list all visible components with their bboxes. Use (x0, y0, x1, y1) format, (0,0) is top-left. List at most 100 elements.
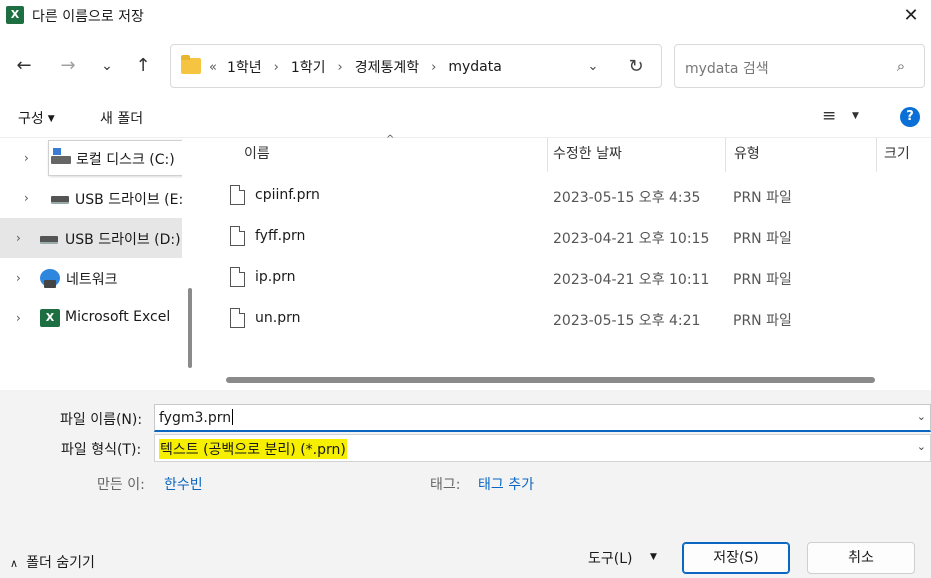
up-button[interactable]: ↑ (131, 54, 155, 78)
window-title: 다른 이름으로 저장 (32, 9, 144, 25)
command-toolbar: 구성 ▼ 새 폴더 ≡ ▼ ? (0, 98, 931, 138)
usb-drive-icon (40, 236, 58, 244)
navigation-scrollbar[interactable] (182, 138, 200, 390)
expand-chevron-icon[interactable]: › (24, 191, 29, 205)
author-label: 만든 이: (97, 477, 145, 493)
view-options-icon[interactable]: ≡ (822, 106, 836, 126)
file-type: PRN 파일 (733, 272, 792, 288)
author-value[interactable]: 한수빈 (164, 474, 203, 494)
sidebar-item-label: 네트워크 (66, 272, 118, 288)
sidebar-item-label: Microsoft Excel (65, 309, 171, 325)
chevron-up-icon: ∧ (10, 557, 19, 570)
file-date: 2023-05-15 오후 4:35 (553, 190, 701, 206)
search-placeholder: mydata 검색 (685, 61, 769, 77)
breadcrumb-separator[interactable]: › (338, 60, 343, 75)
caret-down-icon[interactable]: ▼ (650, 552, 657, 562)
file-list: 이름 ^ 수정한 날짜 유형 크기 cpiinf.prn 2023-05-15 … (206, 134, 931, 390)
breadcrumb-overflow[interactable]: « (209, 60, 217, 75)
view-caret-icon[interactable]: ▼ (852, 111, 859, 121)
sidebar-item-usb-d[interactable]: › USB 드라이브 (D:) (0, 218, 182, 258)
column-header-size[interactable]: 크기 (884, 138, 910, 172)
expand-chevron-icon[interactable]: › (16, 271, 21, 285)
chevron-down-icon[interactable]: ⌄ (917, 440, 926, 453)
sidebar-item-usb-e[interactable]: › USB 드라이브 (E:) (0, 178, 182, 218)
sidebar-item-local-disk[interactable]: › 로컬 디스크 (C:) (0, 138, 182, 178)
filetype-value: 텍스트 (공백으로 분리) (*.prn) (159, 439, 347, 459)
file-type: PRN 파일 (733, 190, 792, 206)
usb-drive-icon (51, 196, 69, 204)
file-icon (230, 308, 245, 328)
sidebar-item-network[interactable]: › 네트워크 (0, 258, 182, 298)
navigation-pane: › 로컬 디스크 (C:) › USB 드라이브 (E:) › USB 드라이브… (0, 138, 200, 390)
column-divider[interactable] (876, 138, 877, 172)
expand-chevron-icon[interactable]: › (24, 151, 29, 165)
column-header-date[interactable]: 수정한 날짜 (553, 138, 622, 172)
title-bar: X 다른 이름으로 저장 ✕ (0, 0, 931, 32)
sidebar-item-label: 로컬 디스크 (C:) (76, 152, 175, 168)
recent-locations-button[interactable]: ⌄ (95, 54, 119, 78)
file-row[interactable]: un.prn 2023-05-15 오후 4:21 PRN 파일 (206, 299, 931, 340)
search-input[interactable]: mydata 검색 ⌕ (674, 44, 925, 88)
tools-button[interactable]: 도구(L) (588, 548, 632, 568)
close-button[interactable]: ✕ (897, 2, 925, 30)
sort-ascending-icon: ^ (386, 134, 395, 145)
column-header-label: 이름 (244, 146, 270, 162)
breadcrumb-separator[interactable]: › (274, 60, 279, 75)
text-cursor (232, 409, 234, 425)
expand-chevron-icon[interactable]: › (16, 311, 21, 325)
column-header-type[interactable]: 유형 (734, 138, 760, 172)
excel-icon: X (40, 309, 60, 327)
scrollbar-thumb[interactable] (188, 288, 192, 368)
breadcrumb-item[interactable]: 1학기 (291, 57, 326, 77)
filename-input[interactable]: fygm3.prn ⌄ (154, 404, 931, 432)
column-divider[interactable] (725, 138, 726, 172)
local-disk-icon (51, 148, 71, 164)
hide-folders-button[interactable]: ∧ 폴더 숨기기 (10, 552, 95, 572)
file-name: cpiinf.prn (255, 187, 320, 203)
forward-button[interactable]: → (56, 54, 80, 78)
sidebar-item-label: USB 드라이브 (D:) (65, 232, 181, 248)
organize-label: 구성 (18, 111, 44, 127)
file-type: PRN 파일 (733, 313, 792, 329)
filetype-select[interactable]: 텍스트 (공백으로 분리) (*.prn) ⌄ (154, 434, 931, 462)
breadcrumb: « 1학년 › 1학기 › 경제통계학 › mydata (209, 57, 502, 77)
file-date: 2023-04-21 오후 10:15 (553, 231, 710, 247)
address-dropdown-button[interactable]: ⌄ (581, 55, 605, 79)
filename-text: fygm3.prn (159, 410, 232, 426)
tags-label: 태그: (430, 477, 461, 493)
navigation-bar: ← → ⌄ ↑ « 1학년 › 1학기 › 경제통계학 › mydata ⌄ ↻… (0, 32, 931, 98)
file-row[interactable]: ip.prn 2023-04-21 오후 10:11 PRN 파일 (206, 258, 931, 299)
new-folder-button[interactable]: 새 폴더 (100, 108, 143, 128)
breadcrumb-item[interactable]: 경제통계학 (355, 57, 419, 77)
tags-input[interactable]: 태그 추가 (478, 474, 534, 494)
breadcrumb-separator[interactable]: › (431, 60, 436, 75)
cancel-button[interactable]: 취소 (807, 542, 915, 574)
file-icon (230, 226, 245, 246)
file-name: ip.prn (255, 269, 296, 285)
file-date: 2023-05-15 오후 4:21 (553, 313, 701, 329)
organize-button[interactable]: 구성 ▼ (18, 108, 55, 128)
column-divider[interactable] (547, 138, 548, 172)
refresh-button[interactable]: ↻ (623, 54, 649, 80)
network-icon (40, 269, 60, 288)
file-row[interactable]: fyff.prn 2023-04-21 오후 10:15 PRN 파일 (206, 217, 931, 258)
help-icon[interactable]: ? (900, 107, 920, 127)
search-icon[interactable]: ⌕ (891, 56, 911, 76)
address-bar[interactable]: « 1학년 › 1학기 › 경제통계학 › mydata ⌄ ↻ (170, 44, 662, 88)
file-icon (230, 185, 245, 205)
sidebar-item-label: USB 드라이브 (E:) (75, 192, 182, 208)
save-options-panel: 파일 이름(N): fygm3.prn ⌄ 파일 형식(T): 텍스트 (공백으… (0, 390, 931, 516)
expand-chevron-icon[interactable]: › (16, 231, 21, 245)
folder-icon (181, 55, 201, 74)
chevron-down-icon[interactable]: ⌄ (917, 410, 926, 423)
sidebar-item-microsoft-excel[interactable]: › X Microsoft Excel (0, 298, 182, 338)
dialog-footer: ∧ 폴더 숨기기 도구(L) ▼ 저장(S) 취소 (0, 516, 931, 578)
file-row[interactable]: cpiinf.prn 2023-05-15 오후 4:35 PRN 파일 (206, 176, 931, 217)
column-header-name[interactable]: 이름 (244, 138, 270, 172)
save-button[interactable]: 저장(S) (682, 542, 790, 574)
back-button[interactable]: ← (12, 54, 36, 78)
breadcrumb-item[interactable]: 1학년 (227, 57, 262, 77)
breadcrumb-item[interactable]: mydata (448, 59, 501, 75)
horizontal-scrollbar[interactable] (226, 377, 875, 383)
file-name: un.prn (255, 310, 301, 326)
